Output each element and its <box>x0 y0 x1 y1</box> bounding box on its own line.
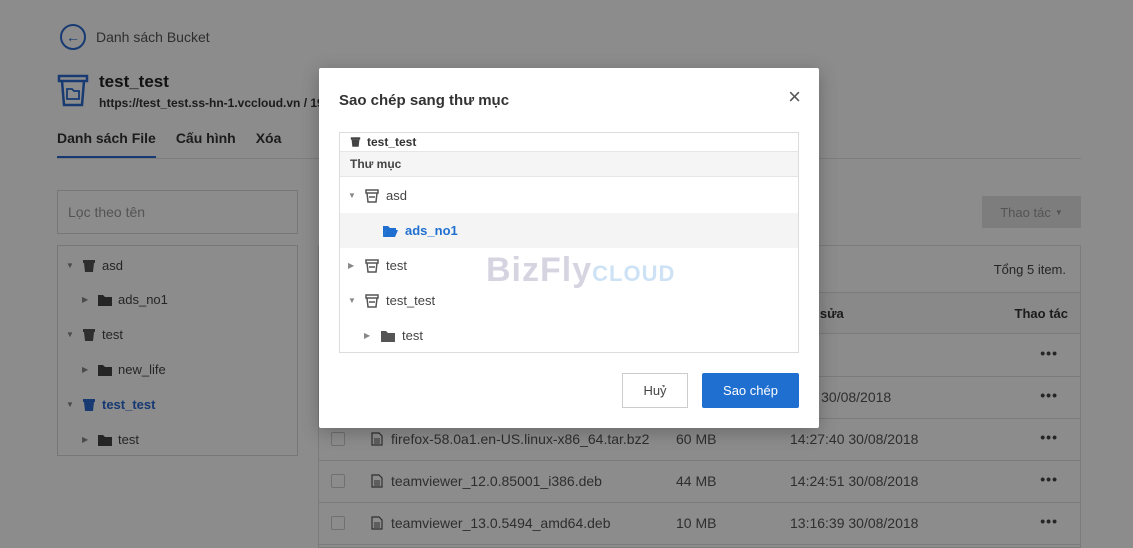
dialog-title: Sao chép sang thư mục <box>339 92 510 109</box>
watermark-text: BizFly <box>486 251 593 289</box>
folder-icon <box>381 330 395 342</box>
folder-tree: test_test Thư mục ▼ asd ads_no1 ▶ test ▼… <box>339 132 799 353</box>
watermark-sub: CLOUD <box>592 261 676 286</box>
tree-column-header: Thư mục <box>340 152 798 177</box>
bizfly-watermark: BizFlyCLOUD <box>486 251 675 290</box>
copy-to-folder-dialog: Sao chép sang thư mục × test_test Thư mụ… <box>319 68 819 428</box>
caret-down-icon: ▼ <box>348 296 356 305</box>
tree-node-test-child[interactable]: ▶ test <box>340 318 798 352</box>
tree-node-label: test_test <box>386 293 436 308</box>
bucket-icon <box>350 137 361 147</box>
copy-button[interactable]: Sao chép <box>702 373 799 408</box>
bucket-icon <box>365 188 379 203</box>
tree-root-label: test_test <box>367 135 417 149</box>
tree-node-asd[interactable]: ▼ asd <box>340 178 798 213</box>
close-icon[interactable]: × <box>788 84 801 110</box>
caret-down-icon: ▼ <box>348 191 356 200</box>
bucket-icon <box>365 258 379 273</box>
folder-open-icon <box>383 225 398 237</box>
tree-node-ads-no1[interactable]: ads_no1 <box>340 213 798 248</box>
tree-root[interactable]: test_test <box>340 133 798 152</box>
caret-right-icon: ▶ <box>348 261 355 270</box>
caret-right-icon: ▶ <box>364 331 371 340</box>
tree-node-label: ads_no1 <box>405 223 458 238</box>
bucket-icon <box>365 293 379 308</box>
tree-node-label: test <box>402 328 423 343</box>
cancel-button[interactable]: Huỷ <box>622 373 688 408</box>
tree-node-label: test <box>386 258 407 273</box>
tree-node-label: asd <box>386 188 407 203</box>
